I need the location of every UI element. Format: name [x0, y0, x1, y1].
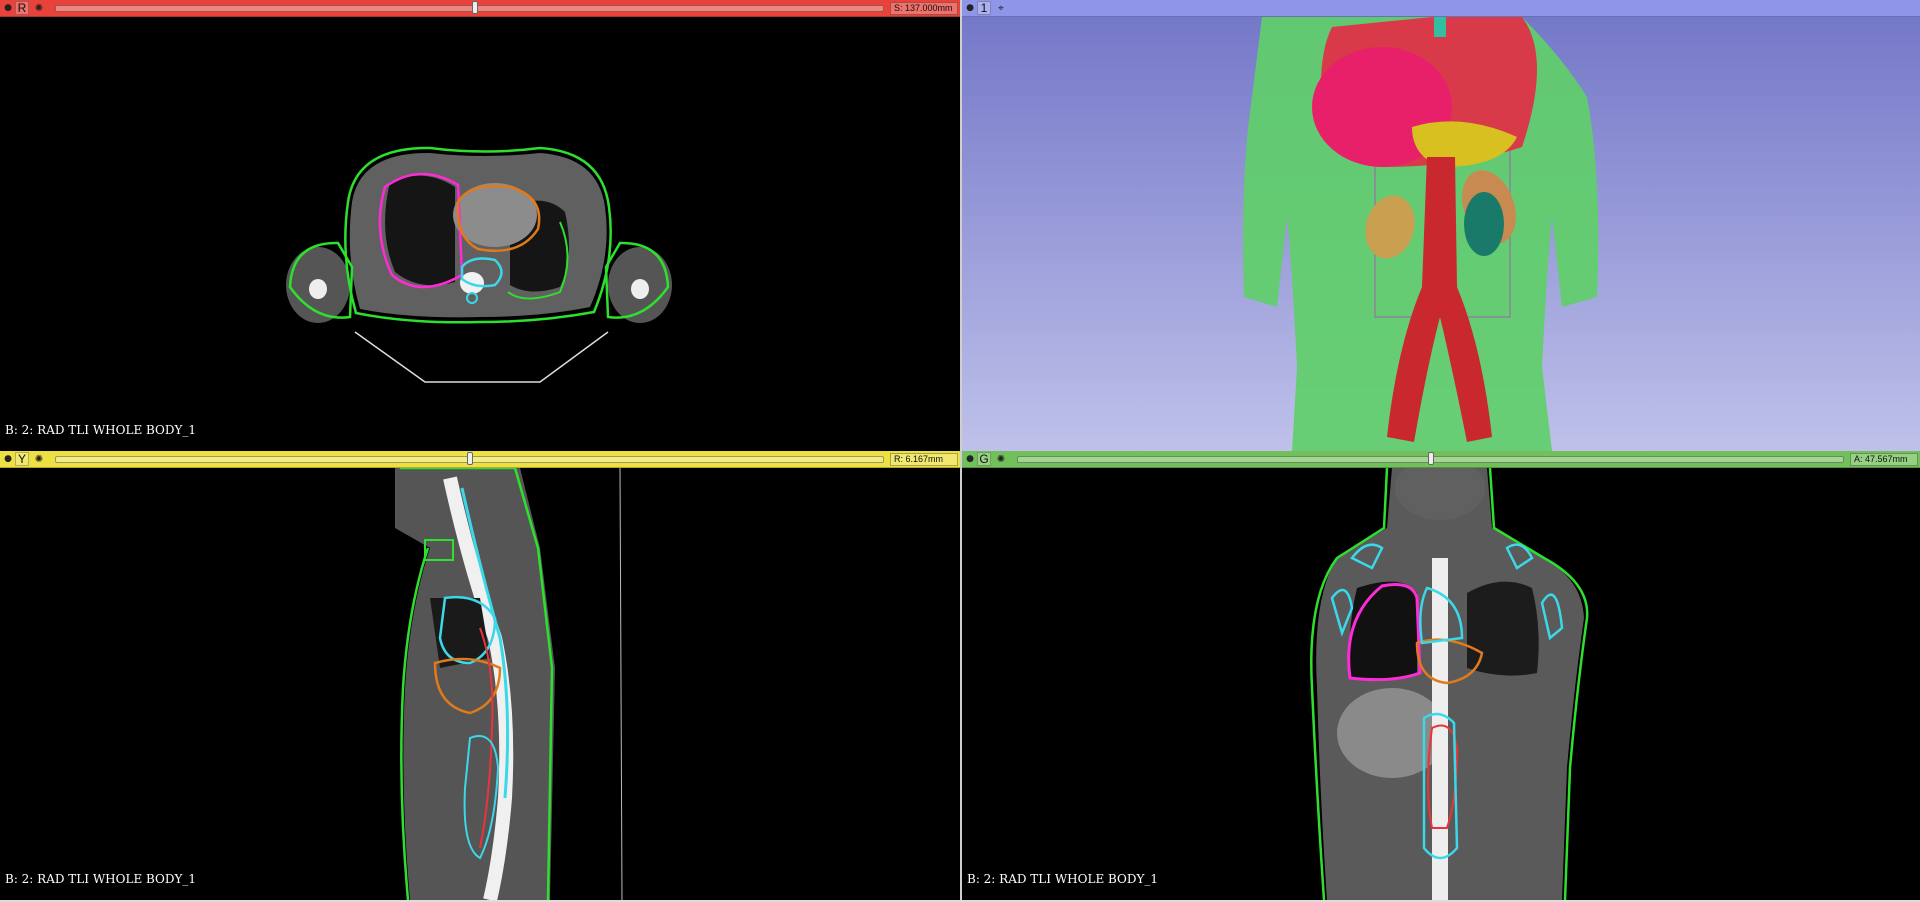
axial-ct-image	[286, 146, 672, 383]
humerus-left	[309, 279, 327, 299]
coronal-ct-image	[1310, 468, 1589, 900]
coronal-body-tissue	[1316, 468, 1584, 900]
green-volume-label: B: 2: RAD TLI WHOLE BODY_1	[967, 872, 1159, 886]
green-slice-canvas[interactable]: B: 2: RAD TLI WHOLE BODY_1	[962, 468, 1920, 900]
slice-options-icon[interactable]: ✺	[993, 452, 1009, 467]
slice-options-icon[interactable]: ✺	[31, 1, 47, 16]
pin-icon[interactable]: ●	[963, 452, 977, 467]
right-lung-air	[385, 175, 455, 286]
yellow-slice-view[interactable]: ● Y ✺ R: 6.167mm B: 2: RAD TLI WHOLE BOD…	[0, 451, 960, 900]
green-slice-offset-readout[interactable]: A: 47.567mm	[1850, 452, 1918, 466]
red-slice-controller-bar: ● R ✺ S: 137.000mm	[0, 0, 960, 17]
red-view-letter[interactable]: R	[15, 1, 29, 15]
scanner-artifact-line	[619, 468, 623, 900]
green-view-letter[interactable]: G	[977, 452, 991, 466]
three-d-view-letter[interactable]: 1	[977, 1, 991, 15]
ct-table-outline	[354, 331, 609, 383]
green-slice-slider-thumb[interactable]	[1427, 451, 1434, 465]
green-slice-offset-slider[interactable]	[1017, 451, 1844, 465]
slicer-four-up-layout: ● R ✺ S: 137.000mm B: 2: RAD TLI WHOLE B…	[0, 0, 1920, 902]
three-d-view[interactable]: ● 1 ⌖	[962, 0, 1920, 451]
humerus-right	[631, 279, 649, 299]
green-slice-view[interactable]: ● G ✺ A: 47.567mm B: 2: RAD TLI WHOLE BO…	[962, 451, 1920, 900]
yellow-view-letter[interactable]: Y	[15, 452, 29, 466]
yellow-slice-offset-readout[interactable]: R: 6.167mm	[890, 452, 958, 466]
slice-options-icon[interactable]: ✺	[31, 452, 47, 467]
red-volume-label: B: 2: RAD TLI WHOLE BODY_1	[5, 423, 197, 437]
yellow-slice-slider-thumb[interactable]	[467, 451, 474, 465]
three-d-controller-bar: ● 1 ⌖	[962, 0, 1920, 17]
three-d-canvas[interactable]	[962, 17, 1920, 451]
red-slice-view[interactable]: ● R ✺ S: 137.000mm B: 2: RAD TLI WHOLE B…	[0, 0, 960, 451]
green-slice-controller-bar: ● G ✺ A: 47.567mm	[962, 451, 1920, 468]
pin-icon[interactable]: ●	[963, 1, 977, 16]
center-view-icon[interactable]: ⌖	[993, 1, 1009, 16]
pin-icon[interactable]: ●	[1, 452, 15, 467]
sagittal-body-tissue	[395, 468, 555, 900]
pin-icon[interactable]: ●	[1, 1, 15, 16]
red-slice-canvas[interactable]: B: 2: RAD TLI WHOLE BODY_1	[0, 17, 960, 451]
sagittal-ct-image	[395, 468, 623, 900]
yellow-slice-controller-bar: ● Y ✺ R: 6.167mm	[0, 451, 960, 468]
coronal-right-lung-air	[1349, 581, 1417, 680]
red-slice-offset-readout[interactable]: S: 137.000mm	[890, 1, 958, 15]
yellow-volume-label: B: 2: RAD TLI WHOLE BODY_1	[5, 872, 197, 886]
red-slice-slider-thumb[interactable]	[472, 0, 479, 14]
red-slice-offset-slider[interactable]	[55, 0, 884, 14]
trachea-model	[1434, 17, 1446, 37]
three-d-render	[962, 17, 1920, 451]
view-divider	[960, 0, 962, 900]
yellow-slice-offset-slider[interactable]	[55, 451, 884, 465]
spleen-model	[1464, 192, 1504, 256]
yellow-slice-canvas[interactable]: B: 2: RAD TLI WHOLE BODY_1	[0, 468, 960, 900]
coronal-left-lung-air	[1467, 581, 1539, 676]
